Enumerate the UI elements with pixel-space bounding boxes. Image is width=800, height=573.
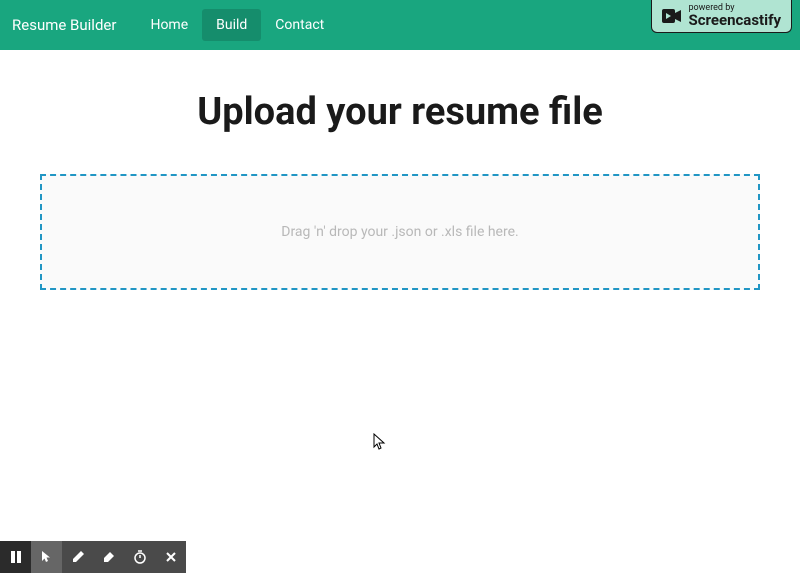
navbar: Resume Builder Home Build Contact powere… bbox=[0, 0, 800, 50]
pointer-icon bbox=[40, 550, 54, 564]
nav-link-contact[interactable]: Contact bbox=[261, 9, 338, 41]
timer-button[interactable] bbox=[124, 541, 155, 573]
page-title: Upload your resume file bbox=[40, 90, 760, 134]
screencastify-badge[interactable]: powered by Screencastify bbox=[651, 0, 792, 33]
screencastify-name-label: Screencastify bbox=[688, 13, 781, 28]
cursor-icon bbox=[373, 433, 387, 451]
nav-link-build[interactable]: Build bbox=[202, 9, 261, 41]
eraser-icon bbox=[102, 550, 116, 564]
brand-link[interactable]: Resume Builder bbox=[12, 16, 116, 34]
file-dropzone[interactable]: Drag 'n' drop your .json or .xls file he… bbox=[40, 174, 760, 290]
nav-link-home[interactable]: Home bbox=[136, 9, 202, 41]
close-button[interactable] bbox=[155, 541, 186, 573]
nav-links: Home Build Contact bbox=[136, 9, 338, 41]
timer-icon bbox=[133, 550, 147, 564]
pause-button[interactable] bbox=[0, 541, 31, 573]
eraser-button[interactable] bbox=[93, 541, 124, 573]
pause-icon bbox=[9, 550, 23, 564]
screencastify-icon bbox=[662, 7, 682, 25]
recording-toolbar bbox=[0, 541, 186, 573]
pointer-button[interactable] bbox=[31, 541, 62, 573]
close-icon bbox=[164, 550, 178, 564]
dropzone-instruction: Drag 'n' drop your .json or .xls file he… bbox=[62, 224, 738, 240]
pen-button[interactable] bbox=[62, 541, 93, 573]
main-content: Upload your resume file Drag 'n' drop yo… bbox=[0, 50, 800, 330]
pen-icon bbox=[71, 550, 85, 564]
screencastify-text: powered by Screencastify bbox=[688, 4, 781, 28]
